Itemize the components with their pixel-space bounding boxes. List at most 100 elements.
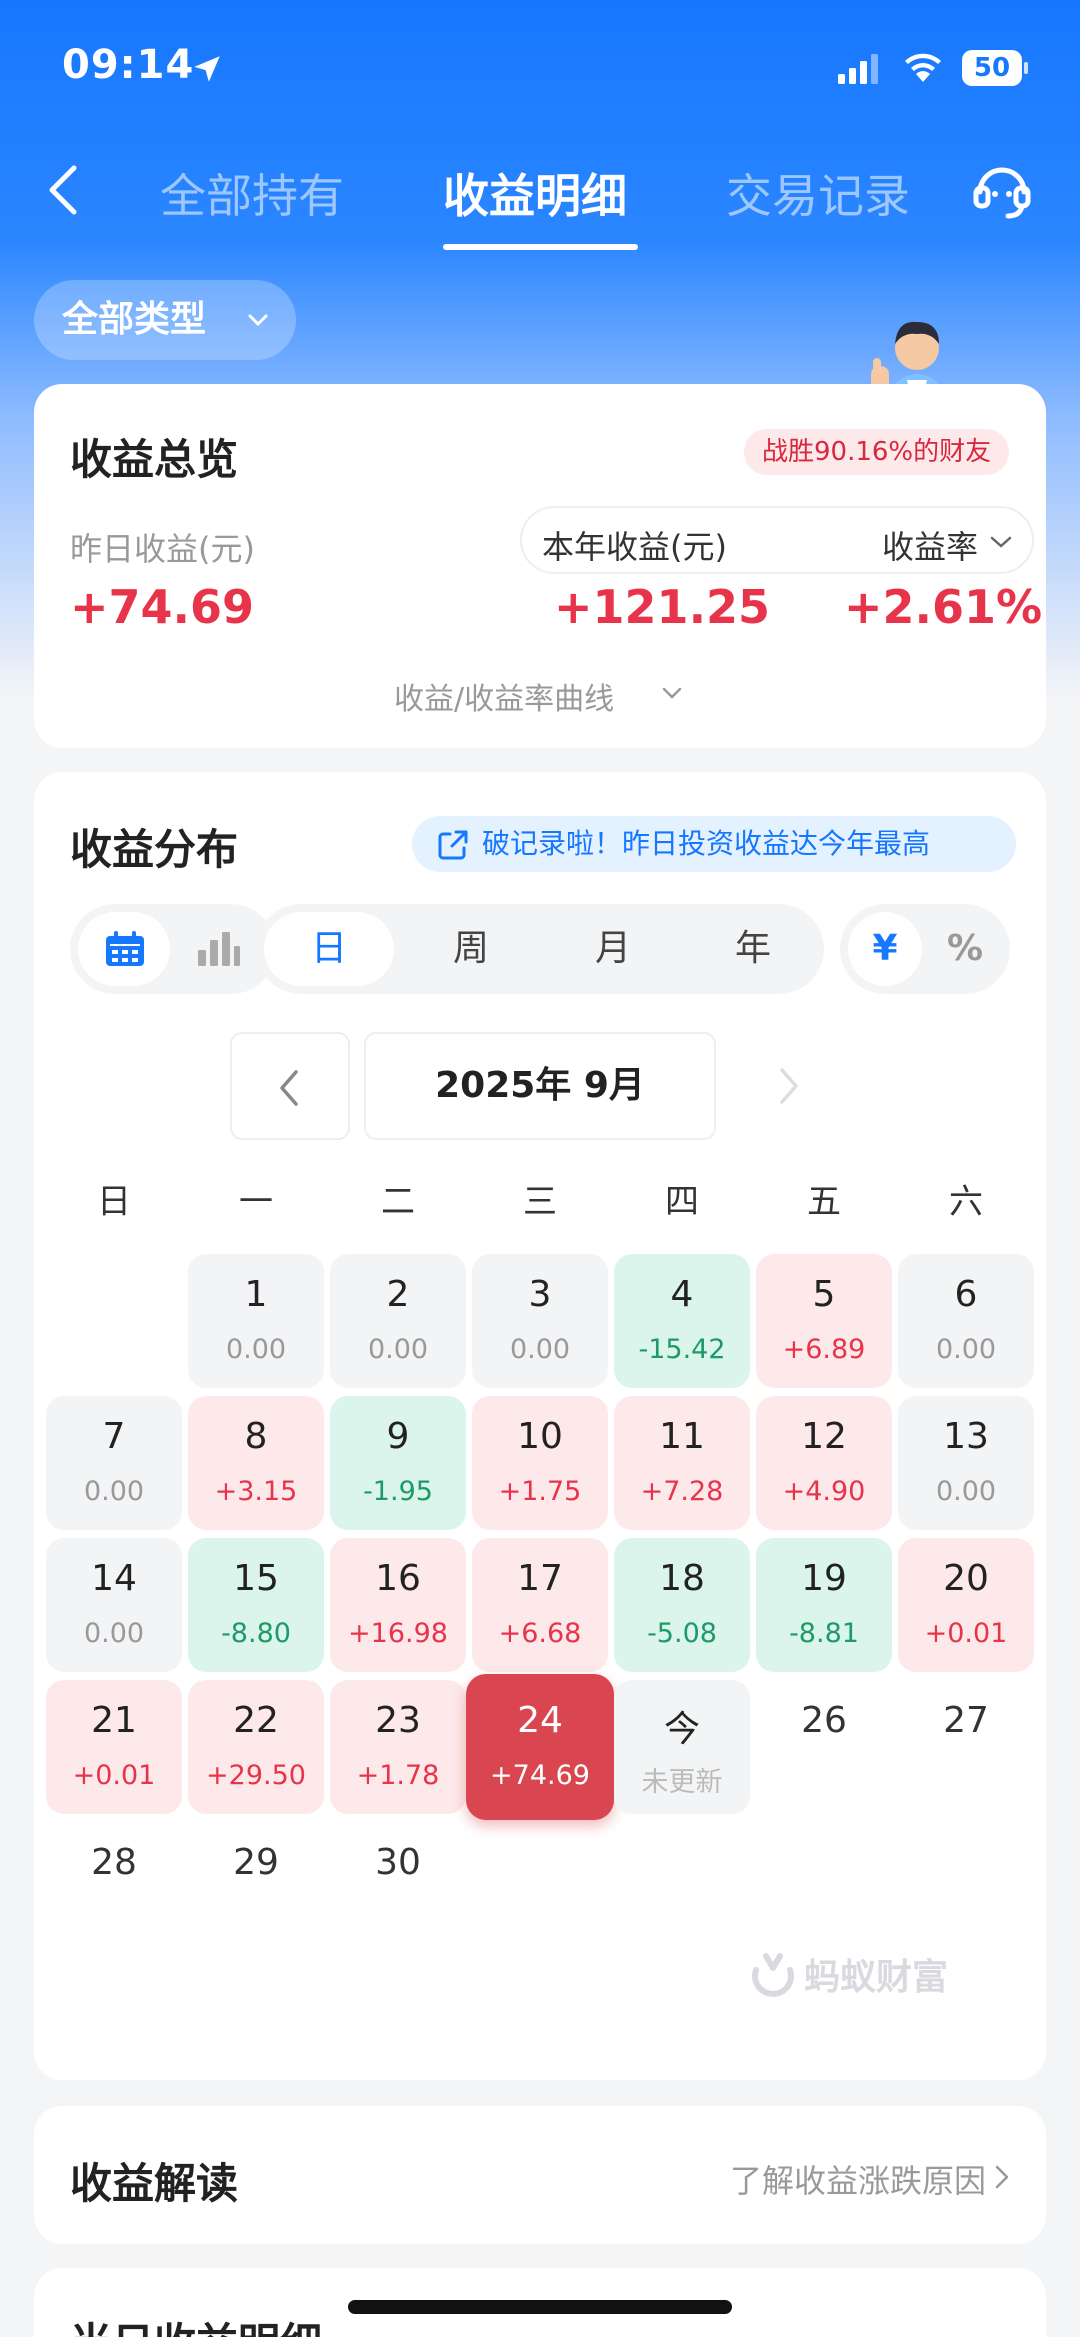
watermark-text: 蚂蚁财富 xyxy=(804,1957,949,1998)
calendar-day[interactable]: 18 -5.08 xyxy=(614,1538,750,1672)
weekday-label: 三 xyxy=(523,1182,557,1222)
day-number: 30 xyxy=(375,1842,421,1883)
chevron-right-icon xyxy=(780,1068,798,1104)
day-earnings: +6.68 xyxy=(498,1618,582,1649)
calendar-day[interactable]: 9 -1.95 xyxy=(330,1396,466,1530)
calendar-day[interactable]: 23 +1.78 xyxy=(330,1680,466,1814)
period-month[interactable]: 月 xyxy=(548,912,678,986)
calendar-day[interactable]: 3 0.00 xyxy=(472,1254,608,1388)
customer-service-headset-icon[interactable] xyxy=(970,158,1034,222)
previous-month-button[interactable] xyxy=(230,1032,350,1140)
earnings-interpretation-card[interactable]: 收益解读 了解收益涨跌原因 xyxy=(34,2106,1046,2244)
cellular-signal-icon xyxy=(838,54,878,84)
year-metric-selector[interactable]: 本年收益(元) 收益率 xyxy=(520,506,1034,574)
unit-selector: ¥ % xyxy=(840,904,1010,994)
day-earnings: 0.00 xyxy=(225,1334,287,1365)
calendar-day[interactable]: 11 +7.28 xyxy=(614,1396,750,1530)
day-number: 21 xyxy=(91,1700,137,1741)
calendar-day[interactable]: 19 -8.81 xyxy=(756,1538,892,1672)
ant-logo-icon xyxy=(752,1953,794,1997)
period-week[interactable]: 周 xyxy=(406,912,536,986)
day-number: 11 xyxy=(659,1416,705,1457)
calendar-day[interactable]: 27 xyxy=(898,1680,1034,1814)
day-earnings: +0.01 xyxy=(72,1760,156,1791)
calendar-day[interactable]: 12 +4.90 xyxy=(756,1396,892,1530)
record-banner-text: 破记录啦！昨日投资收益达今年最高 xyxy=(482,827,931,860)
calendar-day[interactable]: 20 +0.01 xyxy=(898,1538,1034,1672)
calendar-day-selected[interactable]: 24 +74.69 xyxy=(466,1674,614,1820)
battery-level: 50 xyxy=(973,53,1011,83)
calendar-day[interactable]: 28 xyxy=(46,1822,182,1956)
day-earnings: +3.15 xyxy=(214,1476,298,1507)
calendar-day[interactable]: 10 +1.75 xyxy=(472,1396,608,1530)
day-number: 13 xyxy=(943,1416,989,1457)
day-number: 7 xyxy=(102,1416,126,1457)
type-filter-label: 全部类型 xyxy=(62,299,207,340)
calendar-day[interactable]: 2 0.00 xyxy=(330,1254,466,1388)
calendar-day[interactable]: 7 0.00 xyxy=(46,1396,182,1530)
tab-all-holdings[interactable]: 全部持有 xyxy=(160,160,344,223)
day-earnings: +6.89 xyxy=(782,1334,866,1365)
rank-badge: 战胜90.16%的财友 xyxy=(744,429,1010,475)
calendar-day[interactable]: 4 -15.42 xyxy=(614,1254,750,1388)
status-bar: 09:14 50 xyxy=(0,0,1080,130)
back-chevron-icon[interactable] xyxy=(40,160,84,220)
type-filter-dropdown[interactable]: 全部类型 xyxy=(34,280,296,360)
bar-chart-icon[interactable] xyxy=(196,930,240,968)
day-earnings: -8.81 xyxy=(789,1618,859,1649)
interpretation-link[interactable]: 了解收益涨跌原因 xyxy=(730,2156,986,2202)
day-number: 22 xyxy=(233,1700,279,1741)
calendar-icon xyxy=(106,931,144,966)
calendar-day[interactable]: 13 0.00 xyxy=(898,1396,1034,1530)
day-number: 6 xyxy=(954,1274,978,1315)
year-earnings-value: +121.25 xyxy=(554,580,771,634)
battery-indicator: 50 xyxy=(962,50,1028,86)
yesterday-earnings-label: 昨日收益(元) xyxy=(70,530,255,568)
calendar-day[interactable]: 30 xyxy=(330,1822,466,1956)
day-number: 19 xyxy=(801,1558,847,1599)
day-number: 12 xyxy=(801,1416,847,1457)
chevron-down-icon xyxy=(990,536,1012,548)
day-earnings: 0.00 xyxy=(83,1476,145,1507)
distribution-title: 收益分布 xyxy=(70,825,239,874)
day-earnings: +7.28 xyxy=(640,1476,724,1507)
calendar-day-today[interactable]: 今未更新 xyxy=(614,1680,750,1814)
chevron-down-icon xyxy=(248,314,268,327)
share-external-icon xyxy=(438,830,468,860)
calendar-day[interactable]: 15 -8.80 xyxy=(188,1538,324,1672)
day-number: 28 xyxy=(91,1842,137,1883)
calendar-day[interactable]: 26 xyxy=(756,1680,892,1814)
day-number: 15 xyxy=(233,1558,279,1599)
chevron-down-icon[interactable] xyxy=(660,684,684,702)
weekday-label: 日 xyxy=(97,1182,131,1222)
day-earnings: +74.69 xyxy=(490,1760,590,1791)
unit-percent[interactable]: % xyxy=(928,912,1002,986)
day-number: 29 xyxy=(233,1842,279,1883)
tab-transaction-records[interactable]: 交易记录 xyxy=(726,160,910,223)
calendar-day[interactable]: 21 +0.01 xyxy=(46,1680,182,1814)
calendar-day[interactable]: 1 0.00 xyxy=(188,1254,324,1388)
unit-yuan[interactable]: ¥ xyxy=(848,912,922,986)
period-year[interactable]: 年 xyxy=(688,912,818,986)
curve-toggle-button[interactable]: 收益/收益率曲线 xyxy=(394,674,614,718)
month-label[interactable]: 2025年 9月 xyxy=(364,1032,716,1140)
earnings-distribution-card: 收益分布 破记录啦！昨日投资收益达今年最高 日 周 月 年 ¥ % 2025年 … xyxy=(34,772,1046,2080)
tab-earnings-detail[interactable]: 收益明细 xyxy=(443,160,627,223)
calendar-day[interactable]: 5 +6.89 xyxy=(756,1254,892,1388)
calendar-day[interactable]: 14 0.00 xyxy=(46,1538,182,1672)
weekday-label: 二 xyxy=(381,1182,415,1222)
calendar-day[interactable]: 22 +29.50 xyxy=(188,1680,324,1814)
record-banner[interactable]: 破记录啦！昨日投资收益达今年最高 xyxy=(412,816,1016,872)
calendar-day[interactable]: 29 xyxy=(188,1822,324,1956)
day-earnings: +1.78 xyxy=(356,1760,440,1791)
calendar-day[interactable]: 6 0.00 xyxy=(898,1254,1034,1388)
day-number: 8 xyxy=(244,1416,268,1457)
calendar-day[interactable]: 8 +3.15 xyxy=(188,1396,324,1530)
chevron-right-icon xyxy=(995,2165,1009,2189)
calendar-day[interactable]: 16 +16.98 xyxy=(330,1538,466,1672)
day-earnings: 0.00 xyxy=(935,1334,997,1365)
calendar-day[interactable]: 17 +6.68 xyxy=(472,1538,608,1672)
status-time: 09:14 xyxy=(62,42,195,88)
period-day[interactable]: 日 xyxy=(264,912,394,986)
calendar-view-button[interactable] xyxy=(78,912,170,986)
